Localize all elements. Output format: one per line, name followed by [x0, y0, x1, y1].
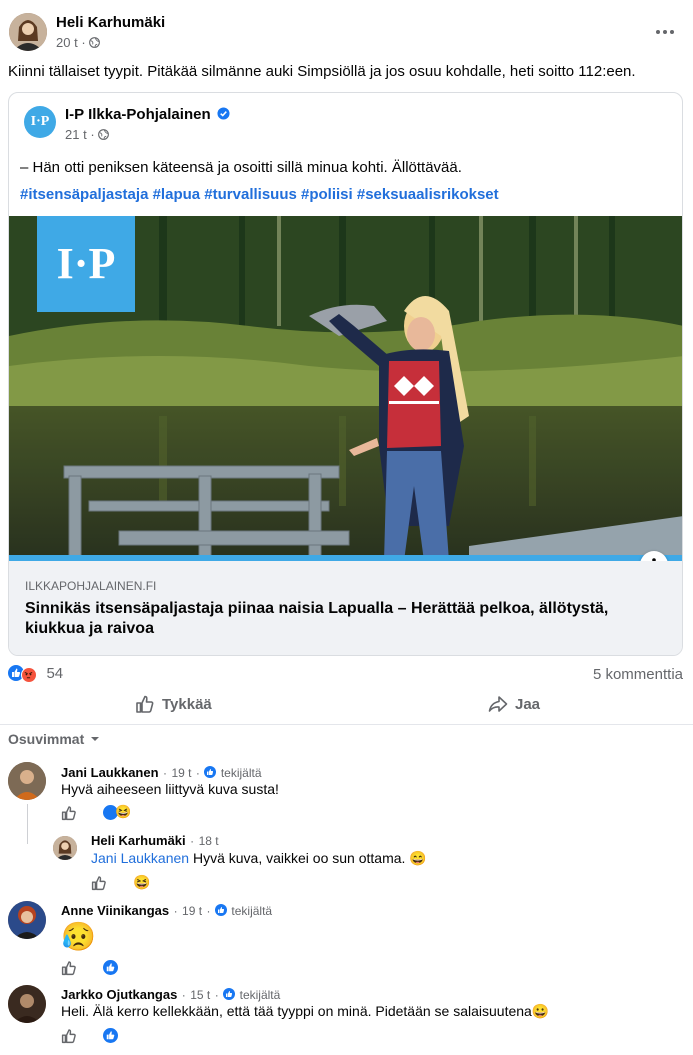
- author-avatar[interactable]: [9, 13, 47, 51]
- comment-time[interactable]: 18 t: [199, 834, 219, 848]
- comment-time[interactable]: 19 t: [171, 766, 191, 780]
- link-preview-footer[interactable]: ILKKAPOHJALAINEN.FI Sinnikäs itsensäpalj…: [9, 561, 682, 655]
- info-icon: [652, 558, 656, 561]
- like-button[interactable]: Tykkää: [135, 694, 212, 714]
- mention-link[interactable]: Jani Laukkanen: [91, 850, 189, 866]
- comment-like-button[interactable]: [61, 805, 77, 826]
- more-horizontal-icon: [656, 30, 674, 34]
- page-avatar-text: I·P: [30, 114, 50, 129]
- like-label: Tykkää: [162, 695, 212, 713]
- commenter-name[interactable]: Anne Viinikangas: [61, 903, 169, 918]
- meta-dot: ·: [173, 904, 178, 918]
- meta-dot: ·: [163, 766, 167, 780]
- comment-text: Jani Laukkanen Hyvä kuva, vaikkei oo sun…: [91, 850, 427, 867]
- comment-count[interactable]: 5 kommenttia: [593, 666, 683, 683]
- commenter-name[interactable]: Jarkko Ojutkangas: [61, 987, 177, 1002]
- comment-reactions[interactable]: [103, 960, 118, 980]
- info-button[interactable]: [640, 551, 668, 561]
- commenter-avatar[interactable]: [53, 836, 77, 860]
- comment-header: Anne Viinikangas · 19 t · tekijältä: [61, 903, 273, 918]
- angry-reaction-icon: [21, 667, 37, 683]
- post-time[interactable]: 20 t: [56, 35, 78, 50]
- globe-icon: [98, 129, 110, 140]
- comment-body: Heli. Älä kerro kellekkään, että tää tyy…: [61, 1003, 532, 1019]
- comment-header: Jani Laukkanen · 19 t · tekijältä: [61, 765, 262, 780]
- post-meta: 20 t ·: [56, 35, 101, 50]
- actions-divider: [0, 724, 693, 725]
- shared-post-card[interactable]: I·P I-P Ilkka-Pohjalainen 21 t · – Hän o…: [8, 92, 683, 656]
- reaction-summary[interactable]: 54: [8, 665, 63, 683]
- shared-meta: 21 t ·: [65, 127, 110, 142]
- author-badge: tekijältä: [239, 988, 281, 1002]
- link-headline[interactable]: Sinnikäs itsensäpaljastaja piinaa naisia…: [25, 599, 665, 639]
- author-badge: tekijältä: [220, 766, 262, 780]
- shared-meta-dot: ·: [90, 127, 95, 142]
- comment-text: Hyvä aiheeseen liittyvä kuva susta!: [61, 781, 279, 797]
- comment-time[interactable]: 15 t: [190, 988, 210, 1002]
- author-name[interactable]: Heli Karhumäki: [56, 14, 165, 31]
- ip-logo-text: I·P: [56, 239, 116, 288]
- comment-like-button[interactable]: [61, 1028, 77, 1049]
- ip-logo: I·P: [37, 216, 135, 312]
- thumbs-up-icon: [136, 695, 154, 713]
- meta-dot: ·: [81, 35, 86, 50]
- sad-emoji: 😥: [61, 921, 96, 952]
- like-reaction-icon: [103, 960, 118, 975]
- thumb-badge-icon: [214, 904, 227, 916]
- hashtag[interactable]: #lapua: [153, 186, 201, 203]
- grin-emoji: 😄: [409, 850, 427, 866]
- page-name-row: I-P Ilkka-Pohjalainen: [65, 106, 230, 124]
- page-name[interactable]: I-P Ilkka-Pohjalainen: [65, 106, 211, 123]
- commenter-name[interactable]: Jani Laukkanen: [61, 765, 159, 780]
- reaction-count: 54: [46, 665, 64, 682]
- hashtag[interactable]: #itsensäpaljastaja: [20, 186, 148, 203]
- hashtag[interactable]: #seksuaalisrikokset: [357, 186, 499, 203]
- comment-header: Jarkko Ojutkangas · 15 t · tekijältä: [61, 987, 281, 1002]
- smile-emoji: 😀: [531, 1003, 550, 1019]
- reply-thread-line: [27, 804, 28, 844]
- comment-sort-dropdown[interactable]: Osuvimmat: [8, 731, 100, 747]
- share-button[interactable]: Jaa: [488, 694, 540, 714]
- verified-badge-icon: [217, 107, 230, 120]
- thumbs-up-icon: [61, 961, 76, 976]
- commenter-name[interactable]: Heli Karhumäki: [91, 833, 186, 848]
- laugh-reaction-icon[interactable]: 😆: [133, 874, 150, 891]
- thumb-badge-icon: [223, 988, 236, 1000]
- share-arrow-icon: [488, 696, 508, 712]
- page-avatar[interactable]: I·P: [24, 106, 56, 138]
- comment-time[interactable]: 19 t: [182, 904, 202, 918]
- chevron-down-icon: [91, 737, 100, 741]
- hashtag[interactable]: #turvallisuus: [204, 186, 297, 203]
- thumbs-up-icon: [61, 1029, 76, 1044]
- shared-quote: – Hän otti peniksen käteensä ja osoitti …: [20, 159, 462, 176]
- author-badge: tekijältä: [231, 904, 273, 918]
- comment-like-button[interactable]: [91, 875, 107, 896]
- article-image[interactable]: I·P: [9, 216, 682, 561]
- like-reaction-icon: [103, 1028, 118, 1043]
- comment-reactions[interactable]: 😆: [103, 804, 131, 825]
- globe-icon: [89, 37, 101, 48]
- shared-time[interactable]: 21 t: [65, 127, 87, 142]
- comment-text: Heli. Älä kerro kellekkään, että tää tyy…: [61, 1003, 549, 1020]
- reply-text: Hyvä kuva, vaikkei oo sun ottama.: [189, 850, 410, 866]
- post-text: Kiinni tällaiset tyypit. Pitäkää silmänn…: [8, 63, 636, 80]
- meta-dot: ·: [181, 988, 186, 1002]
- more-options-button[interactable]: [654, 24, 676, 34]
- share-label: Jaa: [515, 695, 541, 713]
- commenter-avatar[interactable]: [8, 901, 46, 939]
- commenter-avatar[interactable]: [8, 985, 46, 1023]
- comment-like-button[interactable]: [61, 960, 77, 981]
- thumbs-up-icon: [61, 806, 76, 821]
- sort-label: Osuvimmat: [8, 731, 85, 747]
- thumbs-up-icon: [91, 876, 106, 891]
- meta-dot: ·: [190, 834, 195, 848]
- commenter-avatar[interactable]: [8, 762, 46, 800]
- thumb-badge-icon: [204, 766, 217, 778]
- comment-reactions[interactable]: [103, 1028, 118, 1048]
- hashtags: #itsensäpaljastaja #lapua #turvallisuus …: [20, 186, 499, 203]
- comment-header: Heli Karhumäki · 18 t: [91, 832, 219, 850]
- hashtag[interactable]: #poliisi: [301, 186, 353, 203]
- laugh-reaction-icon: 😆: [115, 804, 132, 819]
- link-domain: ILKKAPOHJALAINEN.FI: [25, 579, 157, 593]
